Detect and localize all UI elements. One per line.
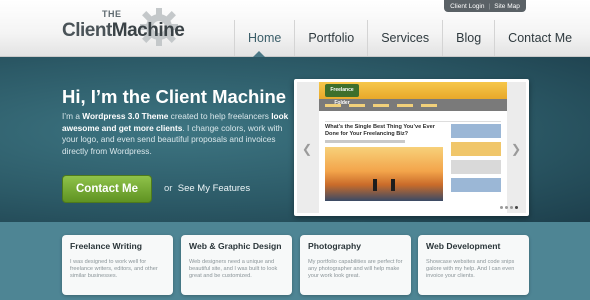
see-features-link[interactable]: See My Features — [178, 183, 250, 194]
site-map-link[interactable]: Site Map — [490, 3, 524, 10]
feature-card-writing: Freelance Writing I was designed to work… — [62, 235, 173, 295]
logo-top-word: THE — [102, 9, 122, 19]
slider-dot[interactable] — [505, 206, 508, 209]
feature-title: Photography — [308, 241, 361, 251]
hero-title: Hi, I’m the Client Machine — [62, 86, 287, 107]
main-nav: Home Portfolio Services Blog Contact Me — [234, 20, 585, 56]
slider-dot[interactable] — [510, 206, 513, 209]
logo-word-machine: Machine — [111, 20, 185, 41]
hero-text-part: created to help freelancers — [168, 111, 272, 121]
slide-post-meta — [325, 139, 405, 143]
site-header: THE ClientMachine Client Login | Site Ma… — [0, 0, 590, 57]
feature-title: Web Development — [426, 241, 501, 251]
screenshot-slider: ❮ Freelance Folder What’s the Single Bes… — [294, 79, 529, 216]
features-prompt: or See My Features — [164, 183, 250, 194]
slide-sidebar — [451, 124, 501, 196]
nav-item-blog[interactable]: Blog — [442, 20, 494, 56]
site-logo[interactable]: THE ClientMachine — [62, 6, 192, 50]
feature-card-design: Web & Graphic Design Web designers need … — [181, 235, 292, 295]
hero-section: Hi, I’m the Client Machine I’m a Wordpre… — [0, 57, 590, 222]
feature-text: Showcase websites and code snips galore … — [426, 259, 515, 280]
slide-site-header: Freelance Folder — [319, 82, 507, 106]
slide-post-title: What’s the Single Best Thing You’ve Ever… — [325, 124, 435, 137]
slider-pagination — [500, 206, 518, 209]
slide-site-tabs — [325, 114, 501, 122]
nav-item-portfolio[interactable]: Portfolio — [294, 20, 367, 56]
hero-description: I’m a Wordpress 3.0 Theme created to hel… — [62, 111, 290, 157]
utility-links: Client Login | Site Map — [444, 0, 526, 12]
chevron-left-icon[interactable]: ❮ — [302, 142, 312, 156]
feature-text: I was designed to work well for freelanc… — [70, 259, 158, 280]
slide-post: What’s the Single Best Thing You’ve Ever… — [325, 124, 443, 201]
chevron-right-icon[interactable]: ❯ — [511, 142, 521, 156]
slider-dot[interactable] — [500, 206, 503, 209]
hero-text-part: I’m a — [62, 111, 83, 121]
logo-wordmark: ClientMachine — [62, 20, 185, 42]
feature-text: Web designers need a unique and beautifu… — [189, 259, 278, 280]
slider-dot-active[interactable] — [515, 206, 518, 209]
nav-item-contact[interactable]: Contact Me — [494, 20, 585, 56]
logo-word-client: Client — [62, 20, 112, 41]
feature-title: Freelance Writing — [70, 241, 142, 251]
feature-text: My portfolio capabilities are perfect fo… — [308, 259, 403, 280]
feature-card-photography: Photography My portfolio capabilities ar… — [300, 235, 411, 295]
hero-text-highlight: Wordpress 3.0 Theme — [82, 111, 169, 121]
features-prompt-prefix: or — [164, 183, 173, 194]
slide-site-logo: Freelance Folder — [325, 84, 359, 106]
slide-screenshot: Freelance Folder What’s the Single Best … — [319, 82, 507, 213]
features-section: Freelance Writing I was designed to work… — [0, 222, 590, 300]
slide-post-image — [325, 146, 443, 201]
feature-card-development: Web Development Showcase websites and co… — [418, 235, 529, 295]
contact-me-button[interactable]: Contact Me — [62, 175, 152, 203]
client-login-link[interactable]: Client Login — [446, 3, 488, 10]
nav-item-services[interactable]: Services — [367, 20, 442, 56]
feature-title: Web & Graphic Design — [189, 241, 282, 251]
